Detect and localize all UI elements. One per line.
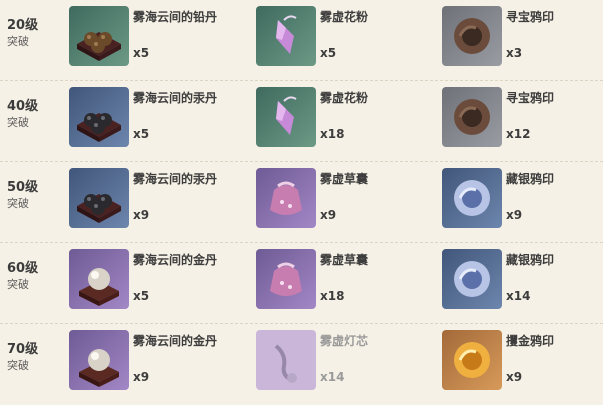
mist-pollen-icon [256, 6, 316, 66]
material-item[interactable]: 寻宝鸦印 x12 [442, 87, 602, 155]
material-quantity: x5 [320, 46, 337, 60]
mist-pollen-icon [256, 87, 316, 147]
material-quantity: x14 [506, 289, 531, 303]
material-quantity: x9 [506, 370, 523, 384]
material-name: 寻宝鸦印 [506, 10, 555, 24]
material-name: 寻宝鸦印 [506, 91, 555, 105]
material-item[interactable]: 雾虚草囊 x18 [256, 249, 426, 317]
material-quantity: x5 [133, 289, 150, 303]
material-name: 雾虚草囊 [320, 253, 369, 267]
ascension-row: 20级 突破 雾海云间的铅丹 x5 雾虚花粉 x5 寻宝鸦印 x3 [0, 0, 603, 81]
level-stage: 突破 [7, 35, 29, 48]
material-name: 攫金鸦印 [506, 334, 555, 348]
material-item[interactable]: 雾虚花粉 x18 [256, 87, 426, 155]
mercury-pills-tray-icon [69, 168, 129, 228]
material-quantity: x18 [320, 127, 345, 141]
material-quantity: x14 [320, 370, 345, 384]
material-name: 雾虚草囊 [320, 172, 369, 186]
level-number: 50级 [7, 180, 39, 195]
material-quantity: x18 [320, 289, 345, 303]
lead-pills-tray-icon [69, 6, 129, 66]
gold-pill-stand-icon [69, 330, 129, 390]
ascension-row: 60级 突破 雾海云间的金丹 x5 雾虚草囊 x18 藏银鸦印 x14 [0, 243, 603, 324]
level-cell: 60级 突破 [7, 261, 63, 293]
material-quantity: x9 [506, 208, 523, 222]
ascension-row: 50级 突破 雾海云间的汞丹 x9 雾虚草囊 x9 藏银鸦印 x9 [0, 162, 603, 243]
level-stage: 突破 [7, 197, 29, 210]
mist-grass-pouch-icon [256, 249, 316, 309]
material-item[interactable]: 藏银鸦印 x14 [442, 249, 602, 317]
material-quantity: x12 [506, 127, 531, 141]
material-quantity: x5 [133, 46, 150, 60]
material-quantity: x9 [133, 208, 150, 222]
gold-pill-stand-icon [69, 249, 129, 309]
golden-crow-insignia-icon [442, 330, 502, 390]
material-quantity: x3 [506, 46, 523, 60]
material-item[interactable]: 雾海云间的汞丹 x9 [69, 168, 239, 236]
material-name: 藏银鸦印 [506, 253, 555, 267]
material-item[interactable]: 雾海云间的汞丹 x5 [69, 87, 239, 155]
ascension-row: 70级 突破 雾海云间的金丹 x9 雾虚灯芯 x14 攫金鸦印 x9 [0, 324, 603, 405]
material-name: 雾海云间的汞丹 [133, 91, 218, 105]
material-name: 雾海云间的汞丹 [133, 172, 218, 186]
material-name: 雾海云间的金丹 [133, 253, 218, 267]
material-item[interactable]: 攫金鸦印 x9 [442, 330, 602, 398]
ascension-materials-table: 20级 突破 雾海云间的铅丹 x5 雾虚花粉 x5 寻宝鸦印 x3 40级 突破… [0, 0, 603, 400]
material-item[interactable]: 寻宝鸦印 x3 [442, 6, 602, 74]
level-number: 20级 [7, 18, 39, 33]
material-item[interactable]: 藏银鸦印 x9 [442, 168, 602, 236]
mercury-pills-tray-icon [69, 87, 129, 147]
material-item[interactable]: 雾虚灯芯 x14 [256, 330, 426, 398]
level-stage: 突破 [7, 116, 29, 129]
material-item[interactable]: 雾海云间的铅丹 x5 [69, 6, 239, 74]
material-quantity: x5 [133, 127, 150, 141]
material-quantity: x9 [320, 208, 337, 222]
level-cell: 40级 突破 [7, 99, 63, 131]
level-cell: 50级 突破 [7, 180, 63, 212]
level-stage: 突破 [7, 278, 29, 291]
level-number: 40级 [7, 99, 39, 114]
material-name: 雾虚灯芯 [320, 334, 369, 348]
silver-crow-insignia-icon [442, 249, 502, 309]
material-name: 藏银鸦印 [506, 172, 555, 186]
level-number: 60级 [7, 261, 39, 276]
material-item[interactable]: 雾虚花粉 x5 [256, 6, 426, 74]
mist-grass-pouch-icon [256, 168, 316, 228]
material-quantity: x9 [133, 370, 150, 384]
material-item[interactable]: 雾虚草囊 x9 [256, 168, 426, 236]
level-cell: 20级 突破 [7, 18, 63, 50]
ascension-row: 40级 突破 雾海云间的汞丹 x5 雾虚花粉 x18 寻宝鸦印 x12 [0, 81, 603, 162]
mist-wick-icon [256, 330, 316, 390]
level-number: 70级 [7, 342, 39, 357]
material-item[interactable]: 雾海云间的金丹 x5 [69, 249, 239, 317]
material-name: 雾虚花粉 [320, 91, 369, 105]
material-name: 雾虚花粉 [320, 10, 369, 24]
material-name: 雾海云间的金丹 [133, 334, 218, 348]
treasure-crow-insignia-icon [442, 6, 502, 66]
material-item[interactable]: 雾海云间的金丹 x9 [69, 330, 239, 398]
treasure-crow-insignia-icon [442, 87, 502, 147]
silver-crow-insignia-icon [442, 168, 502, 228]
level-cell: 70级 突破 [7, 342, 63, 374]
level-stage: 突破 [7, 359, 29, 372]
material-name: 雾海云间的铅丹 [133, 10, 218, 24]
